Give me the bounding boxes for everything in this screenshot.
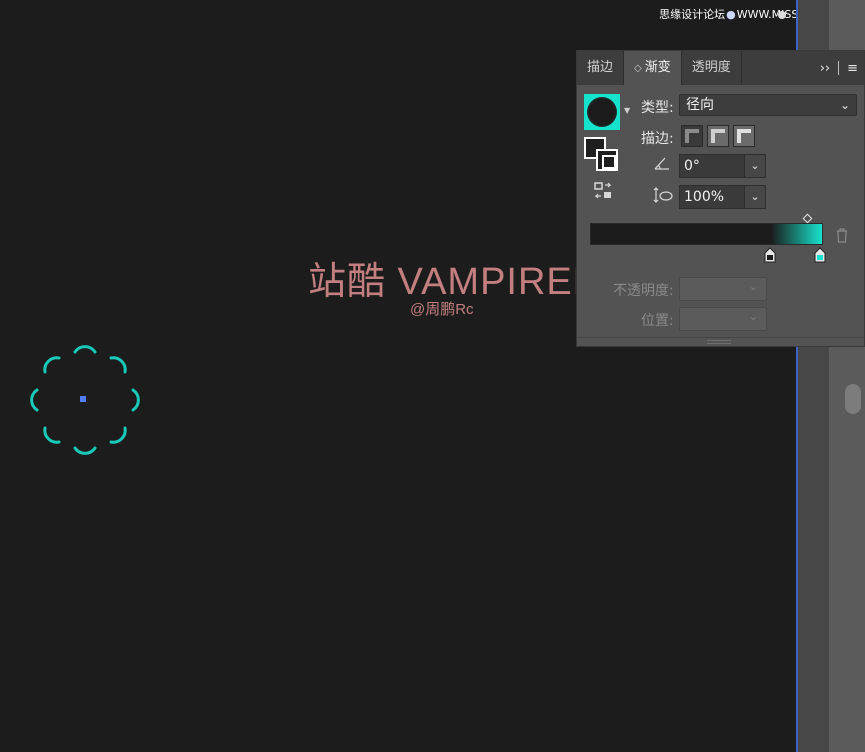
stroke-label: 描边: xyxy=(641,131,674,147)
tab-divider xyxy=(740,51,742,85)
position-label: 位置: xyxy=(641,313,674,329)
type-select[interactable]: 径向 ⌄ xyxy=(679,94,857,116)
scrollbar-thumb[interactable] xyxy=(845,384,861,414)
aspect-ratio-input[interactable]: 100% xyxy=(679,185,745,209)
panel-resize-grip[interactable] xyxy=(707,340,731,344)
reverse-gradient-icon[interactable] xyxy=(593,181,613,201)
watermark-dot: ● xyxy=(726,8,736,21)
panel-tools: ›› ≡ xyxy=(820,51,858,85)
aspect-ratio-dropdown-button[interactable]: ⌄ xyxy=(744,185,766,209)
panel-bottom-divider xyxy=(577,337,864,338)
overlay-title: 站酷 VAMPIREE xyxy=(308,261,600,303)
tab-gradient[interactable]: ◇ 渐变 xyxy=(624,51,681,85)
opacity-label: 不透明度: xyxy=(613,283,674,299)
position-input: ⌄ xyxy=(679,307,767,331)
gradient-panel: 描边 ◇ 渐变 透明度 ›› ≡ ▼ 类型: 径向 ⌄ 描边: 0° ⌄ 100… xyxy=(576,50,865,347)
aspect-ratio-icon xyxy=(653,186,673,208)
stroke-gradient-across-button[interactable] xyxy=(733,125,755,147)
panel-tabs: 描边 ◇ 渐变 透明度 ›› ≡ xyxy=(577,51,864,85)
tab-updown-icon: ◇ xyxy=(634,63,642,74)
gradient-slider[interactable] xyxy=(590,223,823,245)
chevron-down-icon: ⌄ xyxy=(839,98,850,112)
gradient-stop-teal[interactable] xyxy=(814,247,826,263)
gradient-midpoint[interactable] xyxy=(802,213,813,224)
stroke-gradient-within-button[interactable] xyxy=(681,125,703,147)
panel-collapse-button[interactable]: ›› xyxy=(820,61,830,76)
gradient-stop-black[interactable] xyxy=(764,247,776,263)
watermark-left: 思缘设计论坛 xyxy=(659,8,726,21)
chevron-down-icon: ⌄ xyxy=(748,310,758,323)
overlay-subtitle: @周鹏Rc xyxy=(410,301,474,318)
trash-icon[interactable] xyxy=(835,227,849,247)
stroke-swatch[interactable] xyxy=(596,149,618,171)
opacity-input: ⌄ xyxy=(679,277,767,301)
tool-divider xyxy=(838,61,840,75)
stroke-gradient-along-button[interactable] xyxy=(707,125,729,147)
chevron-down-icon: ⌄ xyxy=(748,280,758,293)
tab-stroke[interactable]: 描边 xyxy=(577,51,623,85)
swatch-dropdown-icon[interactable]: ▼ xyxy=(624,106,630,115)
fill-stroke-selector[interactable] xyxy=(584,137,620,173)
flower-artwork[interactable] xyxy=(25,340,145,460)
panel-menu-icon[interactable]: ≡ xyxy=(847,61,858,76)
gradient-swatch[interactable] xyxy=(584,94,620,130)
gradient-preview xyxy=(587,97,617,127)
center-point xyxy=(80,396,86,402)
anchor-handle[interactable] xyxy=(778,11,786,19)
angle-dropdown-button[interactable]: ⌄ xyxy=(744,154,766,178)
type-label: 类型: xyxy=(641,100,674,116)
tab-transparency[interactable]: 透明度 xyxy=(682,51,741,85)
angle-input[interactable]: 0° xyxy=(679,154,745,178)
angle-icon xyxy=(653,155,671,175)
